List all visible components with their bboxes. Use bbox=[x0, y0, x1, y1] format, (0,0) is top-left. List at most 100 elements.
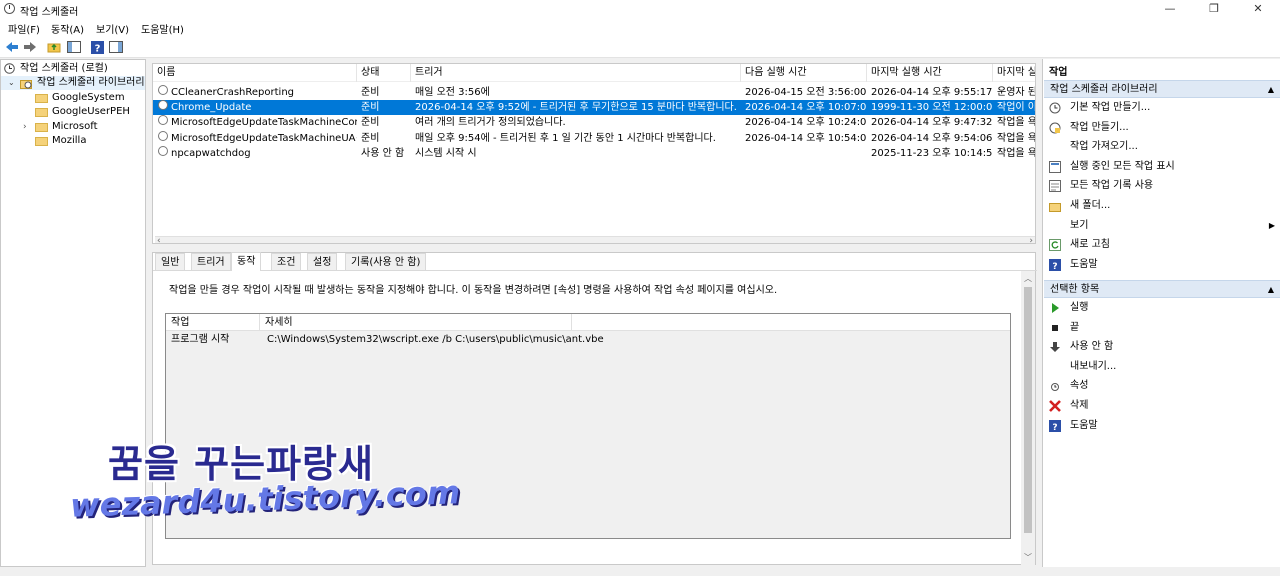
up-folder-icon[interactable] bbox=[46, 39, 62, 55]
scroll-down-icon[interactable]: ﹀ bbox=[1024, 552, 1032, 563]
task-cell-last: 2025-11-23 오후 10:14:57 bbox=[871, 147, 993, 159]
action-item-label: 실행 bbox=[1070, 302, 1089, 313]
menu-help[interactable]: 도움말(H) bbox=[141, 21, 184, 36]
folder-icon bbox=[35, 123, 48, 132]
task-clock-icon bbox=[158, 115, 168, 126]
tab-general[interactable]: 일반 bbox=[155, 253, 186, 270]
delete-icon bbox=[1049, 400, 1061, 412]
tab-actions[interactable]: 동작 bbox=[231, 252, 262, 271]
tab-history[interactable]: 기록(사용 안 함) bbox=[345, 253, 427, 270]
task-cell-result: 작업을 욕 bbox=[997, 147, 1036, 159]
scrollbar-thumb[interactable] bbox=[1024, 287, 1032, 533]
task-cell-next: 2026-04-14 오후 10:07:00 bbox=[745, 102, 867, 114]
column-header-last-result[interactable]: 마지막 실 bbox=[993, 64, 1035, 82]
task-cell-status: 준비 bbox=[361, 87, 380, 98]
action-item[interactable]: 삭제 bbox=[1049, 397, 1275, 415]
view-icon bbox=[1049, 220, 1061, 232]
action-item-label: 사용 안 함 bbox=[1070, 341, 1114, 353]
close-button[interactable]: ✕ bbox=[1236, 0, 1280, 18]
task-row[interactable]: CCleanerCrashReporting 준비 매일 오전 3:56에 2026-… bbox=[153, 85, 1036, 100]
show-hide-console-tree-icon[interactable] bbox=[66, 39, 82, 55]
action-item[interactable]: ? 도움말 bbox=[1049, 256, 1275, 274]
action-item[interactable]: 끝 bbox=[1049, 319, 1275, 337]
collapse-icon[interactable]: ▲ bbox=[1268, 281, 1274, 299]
action-item[interactable]: 작업 가져오기... bbox=[1049, 138, 1275, 156]
tab-triggers[interactable]: 트리거 bbox=[191, 253, 231, 270]
library-folder-clock-icon bbox=[20, 80, 32, 89]
action-item[interactable]: 모든 작업 기록 사용 bbox=[1049, 177, 1275, 195]
task-cell-status: 준비 bbox=[361, 102, 380, 114]
column-header-next-run[interactable]: 다음 실행 시간 bbox=[741, 64, 867, 82]
action-item[interactable]: 기본 작업 만들기... bbox=[1049, 99, 1275, 117]
menu-action[interactable]: 동작(A) bbox=[51, 21, 84, 36]
action-type: 프로그램 시작 bbox=[171, 334, 230, 345]
minimize-button[interactable]: — bbox=[1148, 0, 1192, 18]
pane-splitter[interactable] bbox=[150, 246, 1038, 250]
chevron-right-icon[interactable]: › bbox=[23, 120, 27, 134]
action-item[interactable]: 실행 중인 모든 작업 표시 bbox=[1049, 158, 1275, 176]
task-clock-icon bbox=[158, 130, 168, 141]
scroll-up-icon[interactable]: ︿ bbox=[1024, 273, 1032, 284]
menu-file[interactable]: 파일(F) bbox=[8, 21, 40, 36]
section-library[interactable]: 작업 스케줄러 라이브러리 ▲ bbox=[1044, 80, 1280, 98]
action-item[interactable]: 내보내기... bbox=[1049, 358, 1275, 376]
running-tasks-icon bbox=[1049, 160, 1061, 173]
action-item[interactable]: 새 폴더... bbox=[1049, 197, 1275, 215]
back-arrow-icon[interactable] bbox=[4, 39, 20, 55]
task-row[interactable]: npcapwatchdog 사용 안 함 시스템 시작 시 2025-11-23 오후… bbox=[153, 145, 1036, 161]
collapse-icon[interactable]: ▲ bbox=[1268, 81, 1274, 99]
task-cell-result: 운영자 된 bbox=[997, 87, 1036, 98]
vertical-scrollbar[interactable]: ︿ ﹀ bbox=[1021, 271, 1035, 565]
tree-folder-label: Microsoft bbox=[52, 121, 98, 132]
action-item[interactable]: 작업 만들기... bbox=[1049, 119, 1275, 137]
scroll-left-icon[interactable]: ‹ bbox=[157, 236, 161, 243]
column-header-last-run[interactable]: 마지막 실행 시간 bbox=[867, 64, 993, 82]
scroll-right-icon[interactable]: › bbox=[1029, 236, 1033, 243]
task-cell-name: MicrosoftEdgeUpdateTaskMachineCore{2... bbox=[171, 117, 357, 129]
task-clock-icon bbox=[158, 145, 168, 156]
action-item[interactable]: 새로 고침 bbox=[1049, 236, 1275, 254]
tree-library[interactable]: ⌄ 작업 스케줄러 라이브러리 bbox=[1, 76, 145, 90]
menu-view[interactable]: 보기(V) bbox=[96, 21, 129, 36]
tab-divider bbox=[153, 270, 1037, 271]
task-cell-name: CCleanerCrashReporting bbox=[171, 87, 295, 98]
section-library-label: 작업 스케줄러 라이브러리 bbox=[1050, 84, 1158, 95]
column-header-action[interactable]: 작업 bbox=[166, 314, 260, 331]
horizontal-scrollbar[interactable]: ‹ › bbox=[155, 236, 1035, 243]
task-row[interactable]: MicrosoftEdgeUpdateTaskMachineUA{A3... 준비… bbox=[153, 130, 1035, 146]
action-item[interactable]: 속성 bbox=[1049, 377, 1275, 395]
action-item[interactable]: 사용 안 함 bbox=[1049, 338, 1275, 356]
action-item[interactable]: 실행 bbox=[1049, 299, 1275, 317]
tab-conditions[interactable]: 조건 bbox=[271, 253, 302, 270]
column-header-status[interactable]: 상태 bbox=[357, 64, 411, 82]
task-cell-result: 작업이 이 bbox=[997, 102, 1036, 114]
task-cell-next: 2026-04-15 오전 3:56:00 bbox=[745, 87, 867, 98]
svg-text:?: ? bbox=[94, 43, 100, 54]
task-cell-last: 1999-11-30 오전 12:00:00 bbox=[871, 102, 993, 114]
action-item-label: 끝 bbox=[1070, 321, 1080, 333]
forward-arrow-icon[interactable] bbox=[22, 39, 38, 55]
task-row[interactable]: MicrosoftEdgeUpdateTaskMachineCore{2... 준… bbox=[153, 115, 1035, 130]
restore-button[interactable]: ❐ bbox=[1192, 0, 1236, 18]
action-item-label: 실행 중인 모든 작업 표시 bbox=[1070, 160, 1175, 172]
menu-bar: 파일(F) 동작(A) 보기(V) 도움말(H) bbox=[0, 18, 1280, 36]
section-selected-item[interactable]: 선택한 항목 ▲ bbox=[1044, 280, 1280, 298]
chevron-down-icon[interactable]: ⌄ bbox=[8, 76, 15, 90]
task-row[interactable]: Chrome_Update 준비 2026-04-14 오후 9:52에 - 트리거… bbox=[153, 100, 1036, 116]
column-header-details[interactable]: 자세히 bbox=[260, 314, 572, 331]
task-cell-trigger: 시스템 시작 시 bbox=[415, 147, 477, 159]
task-cell-status: 준비 bbox=[361, 117, 380, 129]
actions-table-row[interactable]: 프로그램 시작 C:\Windows\System32\wscript.exe … bbox=[166, 333, 1010, 347]
action-item[interactable]: ? 도움말 bbox=[1049, 417, 1275, 435]
tab-settings[interactable]: 설정 bbox=[307, 253, 338, 270]
end-icon bbox=[1049, 322, 1061, 334]
action-item-label: 작업 가져오기... bbox=[1070, 141, 1138, 153]
action-item[interactable]: 보기 ▶ bbox=[1049, 217, 1275, 235]
task-cell-trigger: 2026-04-14 오후 9:52에 - 트리거된 후 무기한으로 15 분마… bbox=[415, 102, 737, 114]
show-hide-action-pane-icon[interactable] bbox=[108, 39, 124, 55]
column-header-trigger[interactable]: 트리거 bbox=[411, 64, 741, 82]
import-task-icon bbox=[1049, 141, 1061, 153]
column-header-name[interactable]: 이름 bbox=[153, 64, 357, 82]
new-folder-icon bbox=[1049, 200, 1061, 212]
help-icon[interactable]: ? bbox=[89, 39, 105, 55]
